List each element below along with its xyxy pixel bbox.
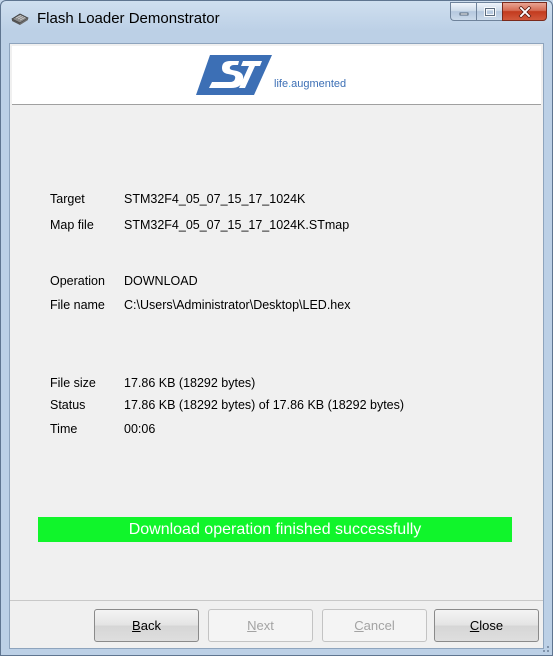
mapfile-label: Map file: [50, 218, 94, 232]
maximize-button[interactable]: [476, 2, 502, 21]
minimize-icon: [459, 12, 468, 15]
back-button-label: Back: [132, 618, 161, 633]
status-label: Status: [50, 398, 86, 412]
window-controls: [450, 2, 547, 22]
header-banner: life.augmented: [12, 46, 541, 105]
filesize-label: File size: [50, 376, 96, 390]
tagline-suffix: augmented: [291, 78, 347, 90]
cancel-button-label: Cancel: [354, 618, 395, 633]
close-button[interactable]: Close: [434, 609, 539, 642]
window-title: Flash Loader Demonstrator: [37, 10, 220, 27]
target-value: STM32F4_05_07_15_17_1024K: [124, 192, 306, 206]
maximize-icon: [483, 6, 496, 17]
target-label: Target: [50, 192, 85, 206]
filesize-value: 17.86 KB (18292 bytes): [124, 376, 256, 390]
title-bar[interactable]: Flash Loader Demonstrator: [1, 1, 552, 35]
wizard-button-bar: Back Next Cancel Close: [10, 600, 543, 649]
mapfile-value: STM32F4_05_07_15_17_1024K.STmap: [124, 218, 350, 232]
status-value: 17.86 KB (18292 bytes) of 17.86 KB (1829…: [124, 398, 405, 412]
operation-label: Operation: [50, 274, 105, 288]
app-window: Flash Loader Demonstrator life.augmented…: [0, 0, 553, 656]
close-window-button[interactable]: [502, 2, 547, 21]
close-icon: [518, 5, 531, 18]
filename-label: File name: [50, 298, 105, 312]
resize-grip-icon[interactable]: [538, 641, 550, 653]
close-button-label: Close: [469, 618, 504, 633]
flash-loader-icon: [11, 13, 29, 25]
filename-value: C:\Users\Administrator\Desktop\LED.hex: [124, 298, 351, 312]
progress-message: Download operation finished successfully: [128, 520, 422, 538]
operation-value: DOWNLOAD: [124, 274, 198, 288]
time-label: Time: [50, 422, 78, 436]
progress-bar: Download operation finished successfully: [38, 517, 512, 542]
minimize-button[interactable]: [450, 2, 476, 21]
next-button-label: Next: [247, 618, 274, 633]
cancel-button[interactable]: Cancel: [322, 609, 427, 642]
time-value: 00:06: [124, 422, 156, 436]
brand-tagline: life.augmented: [274, 78, 346, 90]
tagline-prefix: life: [274, 78, 289, 90]
back-button[interactable]: Back: [94, 609, 199, 642]
next-button[interactable]: Next: [208, 609, 313, 642]
st-logo: [196, 55, 272, 95]
wizard-client-area: life.augmented Target STM32F4_05_07_15_1…: [9, 43, 544, 649]
